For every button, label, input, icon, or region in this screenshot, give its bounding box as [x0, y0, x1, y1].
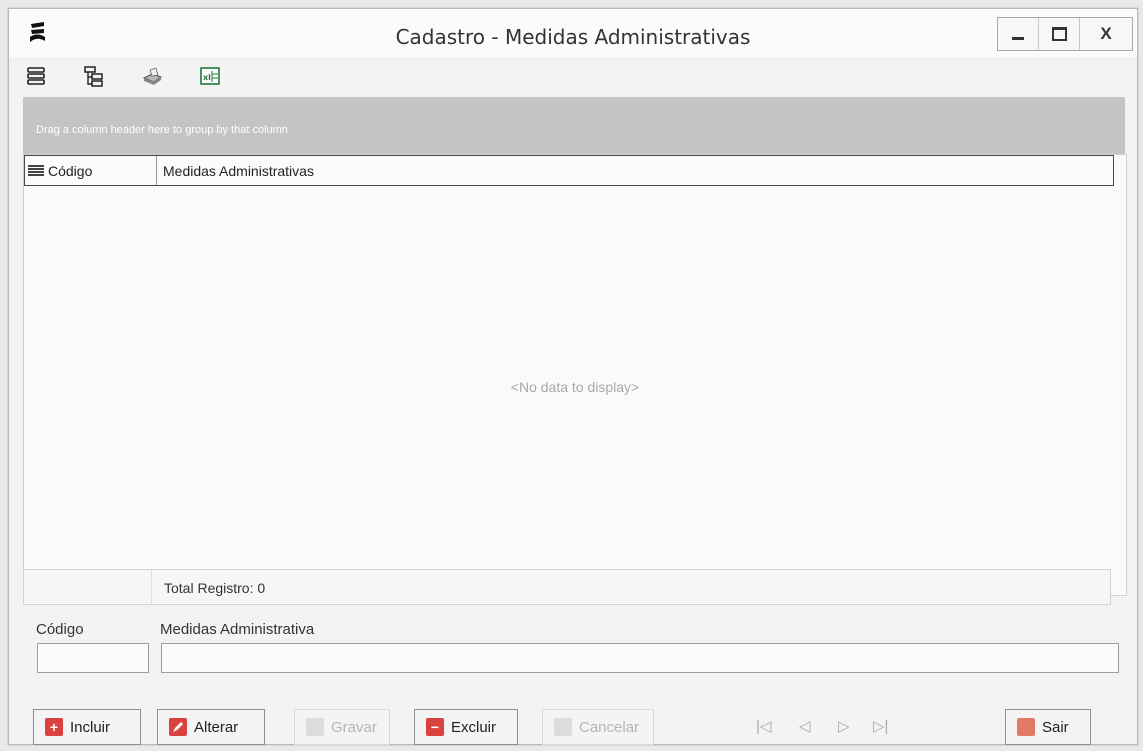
cancelar-label: Cancelar [579, 718, 640, 736]
maximize-button[interactable] [1039, 18, 1080, 50]
codigo-field-label: Código [36, 621, 84, 638]
group-by-hint: Drag a column header here to group by th… [36, 124, 288, 136]
column-header-medidas[interactable]: Medidas Administrativas [157, 163, 314, 179]
edit-icon [169, 718, 187, 736]
title-bar: Cadastro - Medidas Administrativas X [9, 9, 1137, 57]
sair-button[interactable]: Sair [1005, 709, 1091, 745]
sair-label: Sair [1042, 718, 1069, 736]
grid-footer: Total Registro: 0 [23, 569, 1111, 605]
window-title: Cadastro - Medidas Administrativas [395, 25, 751, 49]
minimize-button[interactable] [998, 18, 1039, 50]
alterar-label: Alterar [194, 718, 239, 736]
incluir-label: Incluir [70, 718, 111, 736]
first-record-button[interactable]: |◁ [756, 717, 771, 735]
main-window: Cadastro - Medidas Administrativas X xl … [8, 8, 1138, 745]
medida-input[interactable] [161, 643, 1119, 673]
codigo-input[interactable] [37, 643, 149, 673]
cancelar-button[interactable]: Cancelar [542, 709, 654, 745]
grid-layout-icon [27, 67, 45, 85]
exit-icon [1017, 718, 1035, 736]
save-icon [306, 718, 324, 736]
excel-export-icon: xl [200, 67, 220, 85]
data-grid[interactable]: Código Medidas Administrativas <No data … [23, 154, 1127, 596]
cancel-icon [554, 718, 572, 736]
toolbar: xl [23, 60, 223, 92]
column-chooser-icon[interactable] [28, 164, 44, 177]
previous-record-button[interactable]: ◁ [799, 717, 811, 735]
close-button[interactable]: X [1080, 18, 1132, 50]
tree-view-button[interactable] [81, 63, 107, 89]
footer-divider [151, 570, 152, 604]
svg-text:xl: xl [203, 73, 211, 82]
column-header-codigo[interactable]: Código [25, 156, 157, 185]
medida-field-label: Medidas Administrativa [160, 621, 315, 638]
last-record-button[interactable]: ▷| [873, 717, 888, 735]
print-button[interactable] [139, 63, 165, 89]
grid-column-header-row: Código Medidas Administrativas [24, 155, 1114, 186]
minus-icon: − [426, 718, 444, 736]
empty-grid-message: <No data to display> [510, 379, 640, 395]
alterar-button[interactable]: Alterar [157, 709, 265, 745]
total-records: Total Registro: 0 [164, 580, 266, 596]
minimize-icon [1012, 36, 1024, 40]
column-header-codigo-label: Código [48, 162, 93, 179]
excluir-label: Excluir [451, 718, 497, 736]
excel-export-button[interactable]: xl [197, 63, 223, 89]
grid-layout-button[interactable] [23, 63, 49, 89]
gravar-button[interactable]: Gravar [294, 709, 390, 745]
excluir-button[interactable]: − Excluir [414, 709, 518, 745]
print-icon [142, 67, 163, 85]
tree-view-icon [84, 66, 103, 87]
maximize-icon [1051, 27, 1067, 41]
gravar-label: Gravar [331, 718, 377, 736]
incluir-button[interactable]: + Incluir [33, 709, 141, 745]
window-controls: X [997, 17, 1133, 51]
plus-icon: + [45, 718, 63, 736]
group-by-panel[interactable]: Drag a column header here to group by th… [23, 97, 1125, 154]
next-record-button[interactable]: ▷ [838, 717, 850, 735]
